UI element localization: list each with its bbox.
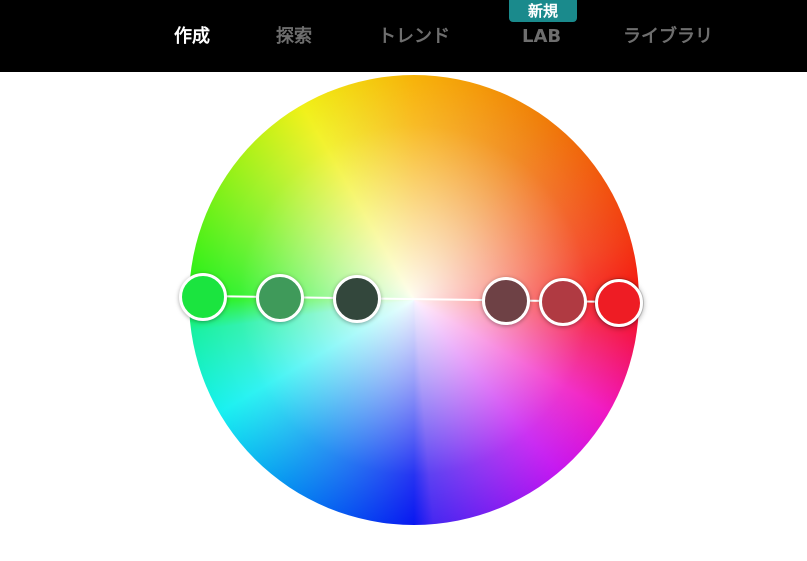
nav-tab-library[interactable]: ライブラリ bbox=[623, 24, 713, 50]
nav-tab-trends[interactable]: トレンド bbox=[378, 24, 450, 50]
nav-tab-create[interactable]: 作成 bbox=[174, 24, 210, 50]
swatch-handle-2[interactable] bbox=[256, 274, 304, 322]
swatch-handle-1[interactable] bbox=[179, 273, 227, 321]
nav-tab-lab[interactable]: LAB bbox=[522, 24, 561, 50]
swatch-handle-3[interactable] bbox=[333, 275, 381, 323]
swatch-handle-4[interactable] bbox=[482, 277, 530, 325]
top-navigation-bar: 作成 探索 トレンド 新規 LAB ライブラリ bbox=[0, 0, 807, 72]
swatch-handle-base[interactable] bbox=[595, 279, 643, 327]
new-badge: 新規 bbox=[509, 0, 577, 22]
swatch-handle-5[interactable] bbox=[539, 278, 587, 326]
nav-tab-explore[interactable]: 探索 bbox=[276, 24, 312, 50]
